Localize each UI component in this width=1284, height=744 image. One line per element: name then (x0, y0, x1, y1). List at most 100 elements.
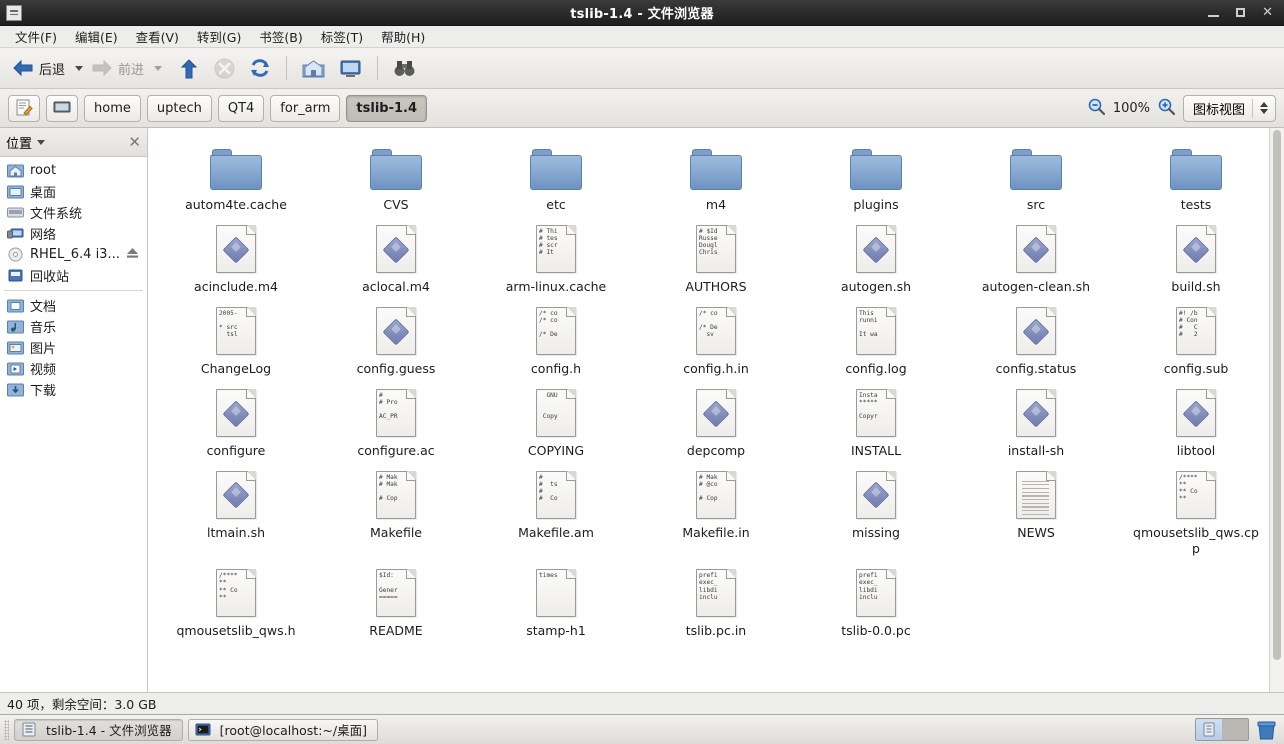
sidebar-item-desktop[interactable]: 桌面 (0, 181, 147, 202)
file-item[interactable]: autom4te.cache (156, 138, 316, 220)
file-item[interactable]: install-sh (956, 384, 1116, 466)
menu-view[interactable]: 查看(V) (127, 25, 188, 48)
file-item[interactable]: # Mak # @co # Cop Makefile.in (636, 466, 796, 565)
file-item[interactable]: # Thi # tes # scr # It arm-linux.cache (476, 220, 636, 302)
file-item[interactable]: missing (796, 466, 956, 565)
music-folder-icon (7, 319, 24, 334)
minimize-button[interactable] (1208, 8, 1220, 17)
taskbar-item-terminal[interactable]: [root@localhost:~/桌面] (187, 718, 378, 741)
file-item[interactable]: This runni It wa config.log (796, 302, 956, 384)
crumb-for-arm[interactable]: for_arm (270, 94, 341, 122)
file-item[interactable]: prefi exec_ libdi inclu tslib.pc.in (636, 564, 796, 646)
file-item[interactable]: autogen-clean.sh (956, 220, 1116, 302)
file-item[interactable]: acinclude.m4 (156, 220, 316, 302)
file-item[interactable]: GNU Copy COPYING (476, 384, 636, 466)
file-item[interactable]: 2005- * src tsl ChangeLog (156, 302, 316, 384)
zoom-out-button[interactable] (1088, 98, 1105, 119)
file-item[interactable]: depcomp (636, 384, 796, 466)
menu-help[interactable]: 帮助(H) (372, 25, 434, 48)
crumb-qt4[interactable]: QT4 (217, 94, 265, 122)
file-item[interactable]: src (956, 138, 1116, 220)
workspace-2[interactable] (1222, 719, 1248, 740)
menu-bookmarks[interactable]: 书签(B) (250, 25, 311, 48)
stop-button[interactable] (208, 54, 241, 83)
sidebar-header: 位置 ✕ (0, 128, 147, 157)
sidebar-item-network[interactable]: 网络 (0, 223, 147, 244)
maximize-button[interactable] (1236, 8, 1246, 17)
search-button[interactable] (387, 54, 422, 83)
forward-dropdown-icon[interactable] (154, 65, 163, 71)
taskbar-grip[interactable] (4, 719, 9, 740)
file-item[interactable]: /* co /* De sv config.h.in (636, 302, 796, 384)
file-item[interactable]: # # ts # # Co Makefile.am (476, 466, 636, 565)
up-button[interactable] (172, 54, 206, 82)
file-item[interactable]: CVS (316, 138, 476, 220)
file-item[interactable]: autogen.sh (796, 220, 956, 302)
reload-button[interactable] (243, 54, 277, 83)
file-item[interactable]: libtool (1116, 384, 1276, 466)
file-name: tslib-0.0.pc (841, 623, 911, 639)
file-list-area[interactable]: autom4te.cache CVS etc m4 plugins src tests aci… (148, 128, 1284, 692)
sidebar-item-music[interactable]: 音乐 (0, 316, 147, 337)
sidebar-item-rhel-disc[interactable]: RHEL_6.4 i3... (0, 244, 147, 265)
zoom-in-button[interactable] (1158, 98, 1176, 119)
file-item[interactable]: # Mak # Mak # Cop Makefile (316, 466, 476, 565)
file-item[interactable]: m4 (636, 138, 796, 220)
home-button[interactable] (296, 54, 331, 83)
file-item[interactable]: /**** ** ** Co ** qmousetslib_qws.cpp (1116, 466, 1276, 565)
close-sidebar-button[interactable]: ✕ (128, 133, 141, 151)
computer-button[interactable] (333, 54, 368, 83)
sidebar-item-documents[interactable]: 文档 (0, 295, 147, 316)
close-button[interactable]: ✕ (1262, 6, 1273, 19)
file-item[interactable]: config.status (956, 302, 1116, 384)
sidebar-item-downloads[interactable]: 下载 (0, 379, 147, 400)
eject-icon[interactable] (126, 247, 139, 263)
file-name: missing (851, 524, 900, 540)
file-item[interactable]: configure (156, 384, 316, 466)
forward-button[interactable]: 前进 (85, 54, 150, 82)
file-item[interactable]: $Id: Gener ===== README (316, 564, 476, 646)
file-item[interactable]: # $Id Russe Dougl Chris AUTHORS (636, 220, 796, 302)
file-item[interactable]: prefi exec_ libdi inclu tslib-0.0.pc (796, 564, 956, 646)
trash-icon[interactable] (1256, 720, 1276, 740)
menu-edit[interactable]: 编辑(E) (66, 25, 127, 48)
file-item[interactable]: # # Pro AC_PR configure.ac (316, 384, 476, 466)
crumb-home[interactable]: home (84, 94, 141, 122)
file-item[interactable]: config.guess (316, 302, 476, 384)
file-item[interactable]: tests (1116, 138, 1276, 220)
file-item[interactable]: Insta ***** Copyr INSTALL (796, 384, 956, 466)
file-item[interactable]: /* co /* co /* De config.h (476, 302, 636, 384)
menu-file[interactable]: 文件(F) (6, 25, 66, 48)
file-item[interactable]: /**** ** ** Co ** qmousetslib_qws.h (156, 564, 316, 646)
places-dropdown[interactable]: 位置 (6, 133, 46, 152)
file-item[interactable]: build.sh (1116, 220, 1276, 302)
file-item[interactable]: #! /b # Con # C # 2 config.sub (1116, 302, 1276, 384)
sidebar-item-filesystem[interactable]: 文件系统 (0, 202, 147, 223)
workspace-1[interactable] (1196, 719, 1222, 740)
crumb-uptech[interactable]: uptech (146, 94, 212, 122)
sidebar-item-root[interactable]: root (0, 160, 147, 181)
back-button[interactable]: 后退 (6, 54, 71, 82)
file-item[interactable]: etc (476, 138, 636, 220)
sidebar-item-pictures[interactable]: 图片 (0, 337, 147, 358)
file-item[interactable]: times stamp-h1 (476, 564, 636, 646)
file-item[interactable]: ltmain.sh (156, 466, 316, 565)
crumb-tslib-1-4[interactable]: tslib-1.4 (346, 94, 428, 122)
crumb-computer[interactable] (46, 94, 78, 122)
sidebar-item-videos[interactable]: 视频 (0, 358, 147, 379)
vertical-scrollbar[interactable] (1269, 128, 1284, 692)
file-item[interactable]: NEWS (956, 466, 1116, 565)
sidebar-item-trash[interactable]: 回收站 (0, 265, 147, 286)
chevron-down-icon (37, 139, 46, 145)
scrollbar-thumb[interactable] (1273, 130, 1281, 660)
view-mode-label: 图标视图 (1192, 102, 1245, 118)
menu-go[interactable]: 转到(G) (188, 25, 250, 48)
workspace-switcher[interactable] (1195, 718, 1249, 741)
back-dropdown-icon[interactable] (75, 65, 84, 71)
view-mode-select[interactable]: 图标视图 (1182, 94, 1276, 122)
taskbar-item-file-manager[interactable]: tslib-1.4 - 文件浏览器 (14, 718, 183, 741)
menu-tabs[interactable]: 标签(T) (312, 25, 372, 48)
edit-location-button[interactable] (8, 94, 40, 122)
file-item[interactable]: aclocal.m4 (316, 220, 476, 302)
file-item[interactable]: plugins (796, 138, 956, 220)
